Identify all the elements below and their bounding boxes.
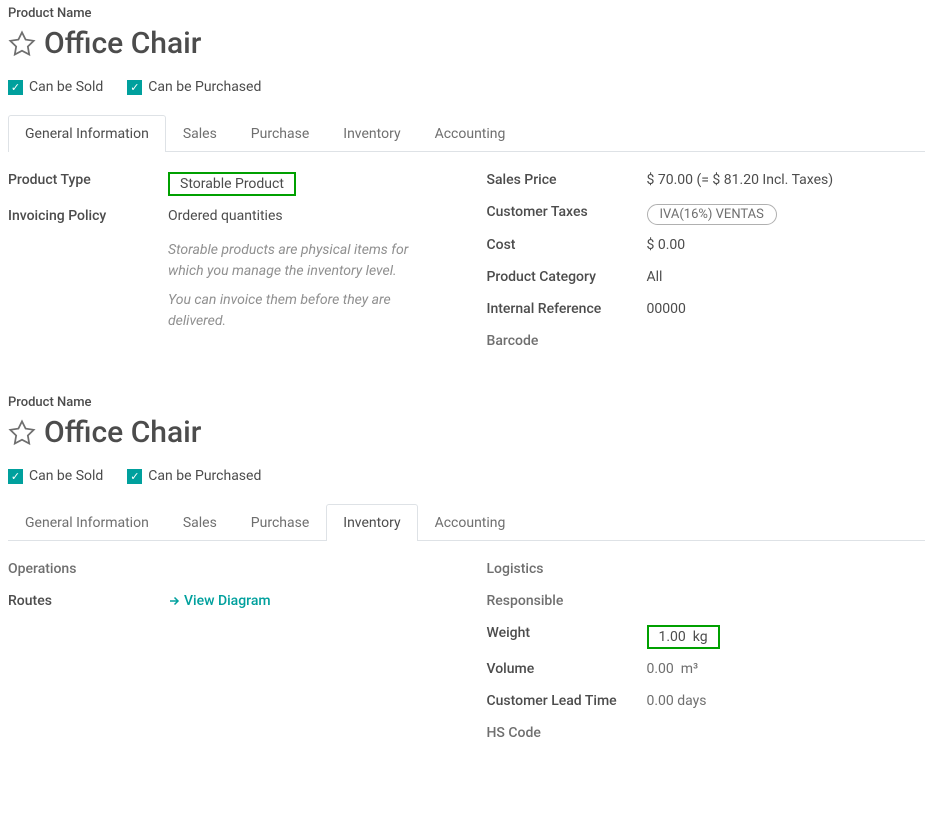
invoicing-policy-value[interactable]: Ordered quantities <box>168 208 283 224</box>
check-icon: ✓ <box>127 80 142 95</box>
can-be-sold-checkbox[interactable]: ✓ Can be Sold <box>8 468 103 484</box>
customer-lead-time-value[interactable]: 0.00 days <box>647 693 707 709</box>
checkbox-row: ✓ Can be Sold ✓ Can be Purchased <box>8 79 925 95</box>
weight-label: Weight <box>487 625 647 641</box>
tab-general-information[interactable]: General Information <box>8 504 166 541</box>
invoicing-policy-label: Invoicing Policy <box>8 208 168 224</box>
cost-label: Cost <box>487 237 647 253</box>
check-icon: ✓ <box>8 80 23 95</box>
hs-code-label: HS Code <box>487 725 647 741</box>
tab-row: General Information Sales Purchase Inven… <box>8 115 925 152</box>
tab-purchase[interactable]: Purchase <box>234 115 326 152</box>
tab-accounting[interactable]: Accounting <box>418 115 523 152</box>
tab-row: General Information Sales Purchase Inven… <box>8 504 925 541</box>
can-be-sold-checkbox[interactable]: ✓ Can be Sold <box>8 79 103 95</box>
volume-value[interactable]: 0.00 m³ <box>647 661 699 677</box>
routes-label: Routes <box>8 593 168 609</box>
customer-taxes-value[interactable]: IVA(16%) VENTAS <box>647 204 777 225</box>
can-be-purchased-label: Can be Purchased <box>148 468 261 484</box>
can-be-sold-label: Can be Sold <box>29 468 103 484</box>
product-type-label: Product Type <box>8 172 168 188</box>
inventory-pane: Operations Routes View Diagram Logistics… <box>8 541 925 757</box>
view-diagram-link[interactable]: View Diagram <box>168 593 271 611</box>
check-icon: ✓ <box>127 469 142 484</box>
tab-inventory[interactable]: Inventory <box>326 115 417 152</box>
product-name-label: Product Name <box>8 6 925 21</box>
product-form-inventory: Product Name Office Chair ✓ Can be Sold … <box>8 395 925 757</box>
logistics-heading: Logistics <box>487 561 926 577</box>
general-pane: Product Type Storable Product Invoicing … <box>8 152 925 365</box>
tab-inventory[interactable]: Inventory <box>326 504 417 541</box>
customer-lead-time-label: Customer Lead Time <box>487 693 647 709</box>
product-type-value[interactable]: Storable Product <box>168 172 296 196</box>
product-category-label: Product Category <box>487 269 647 285</box>
cost-value[interactable]: $ 0.00 <box>647 237 686 253</box>
tab-sales[interactable]: Sales <box>166 115 234 152</box>
customer-taxes-label: Customer Taxes <box>487 204 647 220</box>
sales-price-label: Sales Price <box>487 172 647 188</box>
volume-label: Volume <box>487 661 647 677</box>
product-title[interactable]: Office Chair <box>44 26 201 61</box>
title-row: Office Chair <box>8 415 925 450</box>
help-text: Storable products are physical items for… <box>8 240 447 332</box>
arrow-right-icon <box>168 595 180 607</box>
inventory-right-col: Logistics Responsible Weight 1.00 kg Vol… <box>487 561 926 757</box>
check-icon: ✓ <box>8 469 23 484</box>
internal-reference-label: Internal Reference <box>487 301 647 317</box>
favorite-star-icon[interactable] <box>8 30 36 58</box>
can-be-purchased-checkbox[interactable]: ✓ Can be Purchased <box>127 79 261 95</box>
internal-reference-value[interactable]: 00000 <box>647 301 686 317</box>
sales-price-value[interactable]: $ 70.00 (= $ 81.20 Incl. Taxes) <box>647 172 834 188</box>
tab-purchase[interactable]: Purchase <box>234 504 326 541</box>
product-name-label: Product Name <box>8 395 925 410</box>
barcode-label: Barcode <box>487 333 647 349</box>
tab-sales[interactable]: Sales <box>166 504 234 541</box>
general-right-col: Sales Price $ 70.00 (= $ 81.20 Incl. Tax… <box>487 172 926 365</box>
product-form-general: Product Name Office Chair ✓ Can be Sold … <box>8 6 925 365</box>
general-left-col: Product Type Storable Product Invoicing … <box>8 172 447 365</box>
can-be-purchased-label: Can be Purchased <box>148 79 261 95</box>
checkbox-row: ✓ Can be Sold ✓ Can be Purchased <box>8 468 925 484</box>
operations-heading: Operations <box>8 561 447 577</box>
can-be-sold-label: Can be Sold <box>29 79 103 95</box>
weight-value[interactable]: 1.00 kg <box>647 625 720 649</box>
product-category-value[interactable]: All <box>647 269 663 285</box>
favorite-star-icon[interactable] <box>8 419 36 447</box>
can-be-purchased-checkbox[interactable]: ✓ Can be Purchased <box>127 468 261 484</box>
inventory-left-col: Operations Routes View Diagram <box>8 561 447 757</box>
responsible-label: Responsible <box>487 593 647 609</box>
product-title[interactable]: Office Chair <box>44 415 201 450</box>
title-row: Office Chair <box>8 26 925 61</box>
tab-accounting[interactable]: Accounting <box>418 504 523 541</box>
tab-general-information[interactable]: General Information <box>8 115 166 152</box>
